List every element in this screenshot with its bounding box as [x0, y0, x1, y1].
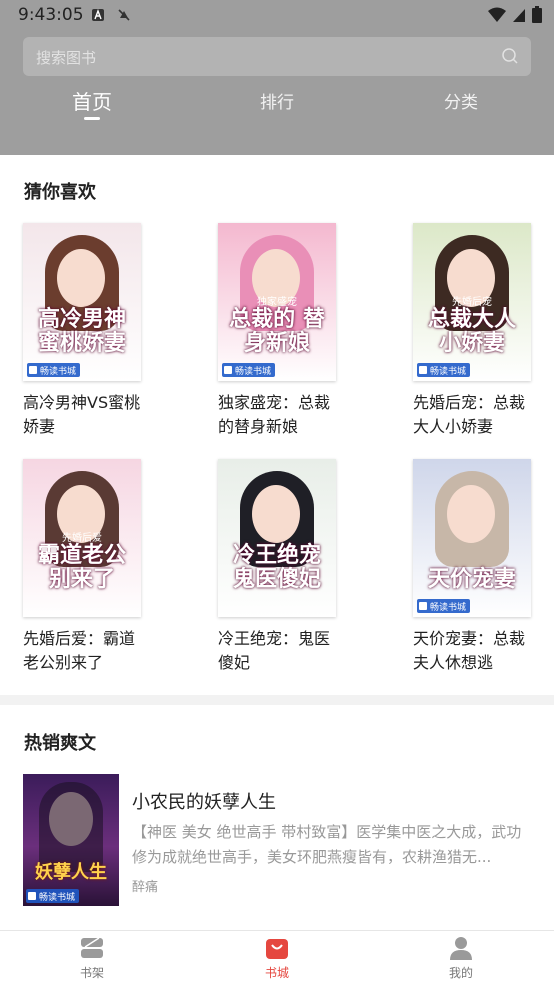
section-title-guess: 猜你喜欢 [24, 182, 96, 203]
book-card[interactable]: 先婚后宠 总裁大人 小娇妻 畅读书城 先婚后宠：总裁大人小娇妻 [413, 223, 543, 439]
cover-figure [57, 249, 105, 307]
cover-brand-label: 畅读书城 [430, 366, 467, 377]
book-card[interactable]: 高冷男神 蜜桃娇妻畅读书城高冷男神VS蜜桃娇妻 [23, 223, 153, 439]
section-divider [0, 695, 554, 705]
nav-bookshelf[interactable]: 书架 [52, 931, 132, 984]
wifi-icon [488, 7, 506, 22]
cover-brand-badge: 畅读书城 [26, 889, 80, 903]
book-cover[interactable]: 高冷男神 蜜桃娇妻畅读书城 [23, 223, 141, 381]
book-card[interactable]: 独家盛宠 总裁的 替身新娘 畅读书城 独家盛宠：总裁的替身新娘 [218, 223, 348, 439]
cover-title: 高冷男神 蜜桃娇妻 [37, 306, 126, 356]
hot-book-description: 【神医 美女 绝世高手 带村致富】医学集中医之大成，武功修为成就绝世高手，美女环… [132, 823, 522, 866]
tab-home[interactable]: 首页 [72, 86, 112, 115]
status-bar: 9:43:05 [0, 0, 554, 30]
cover-brand-badge: 畅读书城 [417, 363, 471, 377]
nav-label-bookstore: 书城 [264, 966, 289, 980]
bookstore-icon [266, 939, 288, 959]
book-card[interactable]: 天价宠妻畅读书城天价宠妻：总裁夫人休想逃 [413, 459, 543, 675]
bookshelf-icon [81, 937, 103, 958]
notification-a-icon [92, 9, 104, 21]
brand-logo-icon [29, 366, 37, 374]
tab-ranking[interactable]: 排行 [260, 88, 294, 113]
cover-brand-label: 畅读书城 [430, 602, 467, 613]
book-title[interactable]: 天价宠妻：总裁夫人休想逃 [413, 627, 538, 675]
notification-off-icon [118, 9, 130, 21]
nav-label-profile: 我的 [448, 966, 473, 980]
hot-cover-title: 妖孽人生 [35, 862, 107, 883]
brand-logo-icon [28, 892, 36, 900]
nav-bookstore[interactable]: 书城 [237, 931, 317, 984]
hot-book-cover[interactable]: 妖孽人生 畅读书城 [23, 774, 119, 906]
brand-logo-icon [224, 366, 232, 374]
cover-title: 天价宠妻 [427, 566, 516, 592]
book-cover[interactable]: 天价宠妻 畅读书城 [413, 459, 531, 617]
cover-brand-badge: 畅读书城 [27, 363, 81, 377]
battery-icon [532, 6, 542, 23]
cover-title: 霸道老公 别来了 [37, 542, 126, 592]
search-placeholder: 搜索图书 [36, 49, 97, 67]
book-cover[interactable]: 先婚后宠 总裁大人 小娇妻 畅读书城 [413, 223, 531, 381]
nav-label-bookshelf: 书架 [79, 966, 104, 980]
tab-category[interactable]: 分类 [444, 88, 478, 113]
top-tabs: 首页 排行 分类 [0, 84, 554, 124]
book-title[interactable]: 高冷男神VS蜜桃娇妻 [23, 391, 148, 439]
cover-figure [447, 485, 495, 543]
header: 9:43:05 搜索图书 首页 排行 分类 [0, 0, 554, 155]
tab-indicator [84, 117, 100, 120]
cover-title: 总裁的 替身新娘 [229, 306, 325, 356]
book-title[interactable]: 独家盛宠：总裁的替身新娘 [218, 391, 343, 439]
cover-brand-label: 畅读书城 [39, 892, 76, 903]
cover-figure [252, 485, 300, 543]
book-title[interactable]: 冷王绝宠：鬼医傻妃 [218, 627, 343, 675]
section-title-hot: 热销爽文 [24, 733, 96, 754]
book-cover[interactable]: 先婚后爱 霸道老公 别来了 [23, 459, 141, 617]
hot-book-title[interactable]: 小农民的妖孽人生 [132, 788, 276, 814]
cover-title: 总裁大人 小娇妻 [427, 306, 516, 356]
cover-brand-label: 畅读书城 [40, 366, 77, 377]
book-card[interactable]: 冷王绝宠 鬼医傻妃冷王绝宠：鬼医傻妃 [218, 459, 348, 675]
bottom-nav: 书架 书城 我的 [0, 930, 554, 984]
book-card[interactable]: 先婚后爱 霸道老公 别来了先婚后爱：霸道老公别来了 [23, 459, 153, 675]
book-cover[interactable]: 独家盛宠 总裁的 替身新娘 畅读书城 [218, 223, 336, 381]
search-icon[interactable] [501, 47, 519, 65]
status-time: 9:43:05 [18, 5, 84, 25]
cover-brand-badge: 畅读书城 [417, 599, 471, 613]
hot-book-author: 醉痛 [132, 880, 159, 895]
signal-icon [513, 8, 525, 22]
cover-brand-badge: 畅读书城 [222, 363, 276, 377]
cover-brand-label: 畅读书城 [235, 366, 272, 377]
search-bar[interactable]: 搜索图书 [23, 37, 531, 76]
brand-logo-icon [419, 366, 427, 374]
book-cover[interactable]: 冷王绝宠 鬼医傻妃 [218, 459, 336, 617]
book-title[interactable]: 先婚后宠：总裁大人小娇妻 [413, 391, 538, 439]
profile-icon [450, 937, 472, 960]
brand-logo-icon [419, 602, 427, 610]
nav-profile[interactable]: 我的 [421, 931, 501, 984]
book-title[interactable]: 先婚后爱：霸道老公别来了 [23, 627, 148, 675]
cover-title: 冷王绝宠 鬼医傻妃 [232, 542, 321, 592]
